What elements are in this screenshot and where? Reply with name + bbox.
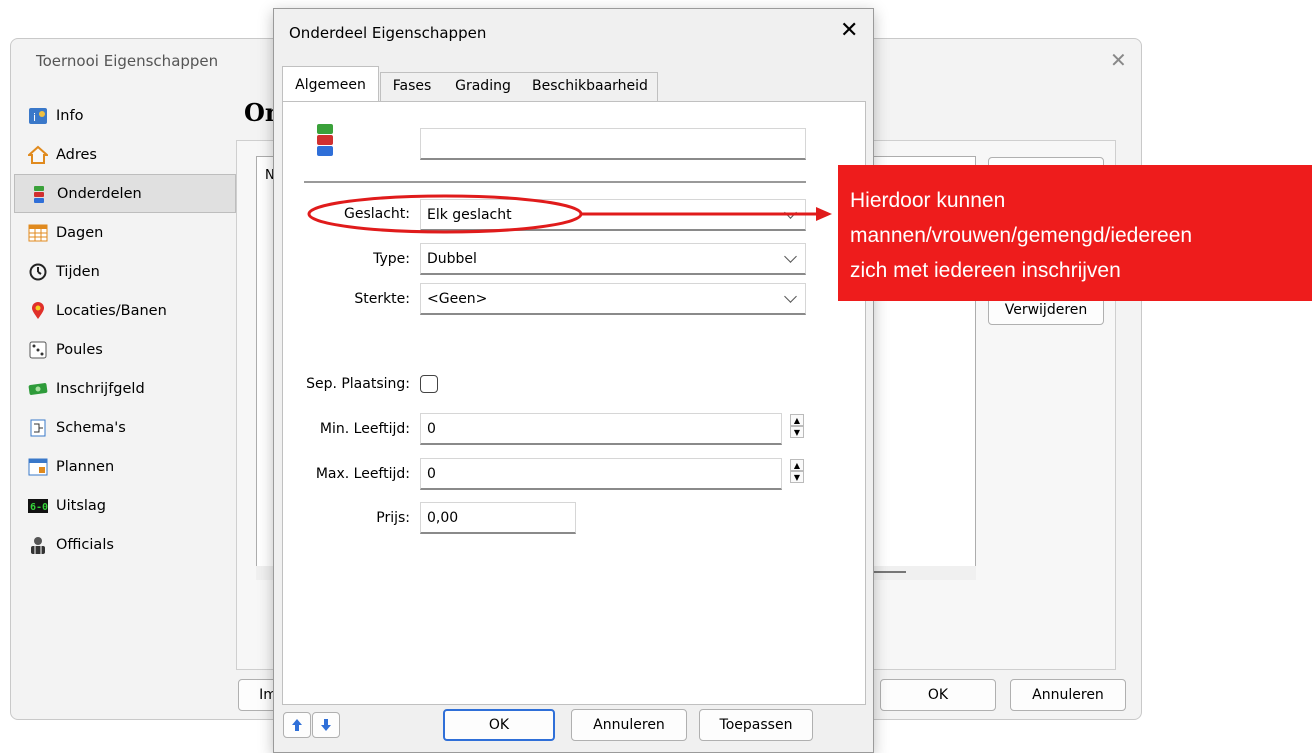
down-arrow-icon[interactable]: ▼: [790, 471, 804, 483]
max-age-label: Max. Leeftijd:: [315, 466, 410, 482]
sidebar-item-schemas[interactable]: Schema's: [14, 408, 236, 447]
location-pin-icon: [28, 301, 48, 321]
sidebar-item-uitslag[interactable]: 6-0 Uitslag: [14, 486, 236, 525]
strength-label: Sterkte:: [354, 291, 410, 307]
info-icon: i: [28, 106, 48, 126]
bg-ok-button[interactable]: OK: [880, 679, 996, 711]
min-age-stepper[interactable]: ▲ ▼: [790, 414, 804, 440]
annotation-line: Hierdoor kunnen: [850, 189, 1006, 212]
price-input[interactable]: 0,00: [420, 502, 576, 534]
annotation-line: zich met iedereen inschrijven: [850, 259, 1121, 282]
chevron-down-icon: [784, 250, 797, 263]
divider: [304, 181, 806, 183]
sidebar-item-inschrijfgeld[interactable]: Inschrijfgeld: [14, 369, 236, 408]
max-age-stepper[interactable]: ▲ ▼: [790, 459, 804, 485]
move-down-button[interactable]: [312, 712, 340, 738]
sidebar-item-label: Tijden: [56, 263, 100, 280]
down-arrow-icon[interactable]: ▼: [790, 426, 804, 438]
sidebar-item-label: Plannen: [56, 458, 115, 475]
ok-button[interactable]: OK: [443, 709, 555, 741]
arrow-down-icon: [321, 719, 331, 731]
min-age-input[interactable]: 0: [420, 413, 782, 445]
sidebar-item-label: Poules: [56, 341, 103, 358]
sidebar-nav: i Info Adres Onderdelen Dagen Tijden Loc…: [14, 96, 236, 564]
sep-placement-checkbox[interactable]: [420, 375, 438, 393]
clock-icon: [28, 262, 48, 282]
official-icon: [28, 535, 48, 555]
bg-cancel-button[interactable]: Annuleren: [1010, 679, 1126, 711]
sidebar-item-tijden[interactable]: Tijden: [14, 252, 236, 291]
sep-placement-label: Sep. Plaatsing:: [306, 376, 410, 392]
apply-button[interactable]: Toepassen: [699, 709, 813, 741]
name-input[interactable]: [420, 128, 806, 160]
annotation-line: mannen/vrouwen/gemengd/iedereen: [850, 224, 1193, 247]
annotation-box: Hierdoor kunnen mannen/vrouwen/gemengd/i…: [838, 165, 1312, 301]
price-label: Prijs:: [376, 510, 410, 526]
dialog-title: Onderdeel Eigenschappen: [289, 24, 487, 42]
sidebar-item-locaties[interactable]: Locaties/Banen: [14, 291, 236, 330]
sidebar-item-label: Info: [56, 107, 84, 124]
money-icon: [28, 379, 48, 399]
background-window-title: Toernooi Eigenschappen: [36, 52, 219, 70]
sidebar-item-label: Dagen: [56, 224, 104, 241]
sidebar-item-label: Adres: [56, 146, 97, 163]
close-icon[interactable]: ✕: [840, 18, 858, 43]
max-age-input[interactable]: 0: [420, 458, 782, 490]
up-arrow-icon[interactable]: ▲: [790, 459, 804, 471]
sidebar-item-label: Inschrijfgeld: [56, 380, 145, 397]
tab-strip: [380, 72, 658, 102]
planner-icon: [28, 457, 48, 477]
type-select[interactable]: Dubbel: [420, 243, 806, 275]
move-up-button[interactable]: [283, 712, 311, 738]
type-label: Type:: [373, 251, 410, 267]
sidebar-item-poules[interactable]: Poules: [14, 330, 236, 369]
sidebar-item-dagen[interactable]: Dagen: [14, 213, 236, 252]
cancel-button[interactable]: Annuleren: [571, 709, 687, 741]
strength-value: <Geen>: [427, 290, 488, 307]
dice-icon: [28, 340, 48, 360]
type-value: Dubbel: [427, 250, 477, 267]
scrollbar-thumb[interactable]: [870, 571, 906, 573]
tab-algemeen[interactable]: Algemeen: [282, 66, 379, 102]
svg-text:i: i: [33, 111, 36, 124]
sidebar-item-info[interactable]: i Info: [14, 96, 236, 135]
sidebar-item-officials[interactable]: Officials: [14, 525, 236, 564]
min-age-label: Min. Leeftijd:: [319, 421, 410, 437]
stack-icon: [29, 184, 49, 204]
calendar-grid-icon: [28, 223, 48, 243]
sidebar-item-adres[interactable]: Adres: [14, 135, 236, 174]
scoreboard-icon: 6-0: [28, 496, 48, 516]
sidebar-item-label: Onderdelen: [57, 185, 142, 202]
stack-icon: [316, 123, 334, 161]
up-arrow-icon[interactable]: ▲: [790, 414, 804, 426]
house-icon: [28, 145, 48, 165]
sidebar-item-label: Uitslag: [56, 497, 106, 514]
arrow-up-icon: [292, 719, 302, 731]
sidebar-item-label: Schema's: [56, 419, 126, 436]
chevron-down-icon: [784, 290, 797, 303]
schema-icon: [28, 418, 48, 438]
close-icon[interactable]: ✕: [1110, 48, 1127, 72]
sidebar-item-plannen[interactable]: Plannen: [14, 447, 236, 486]
sidebar-item-label: Officials: [56, 536, 114, 553]
annotation-highlight: [307, 194, 832, 234]
svg-text:6-0: 6-0: [30, 502, 48, 513]
strength-select[interactable]: <Geen>: [420, 283, 806, 315]
sidebar-item-onderdelen[interactable]: Onderdelen: [14, 174, 236, 213]
sidebar-item-label: Locaties/Banen: [56, 302, 167, 319]
